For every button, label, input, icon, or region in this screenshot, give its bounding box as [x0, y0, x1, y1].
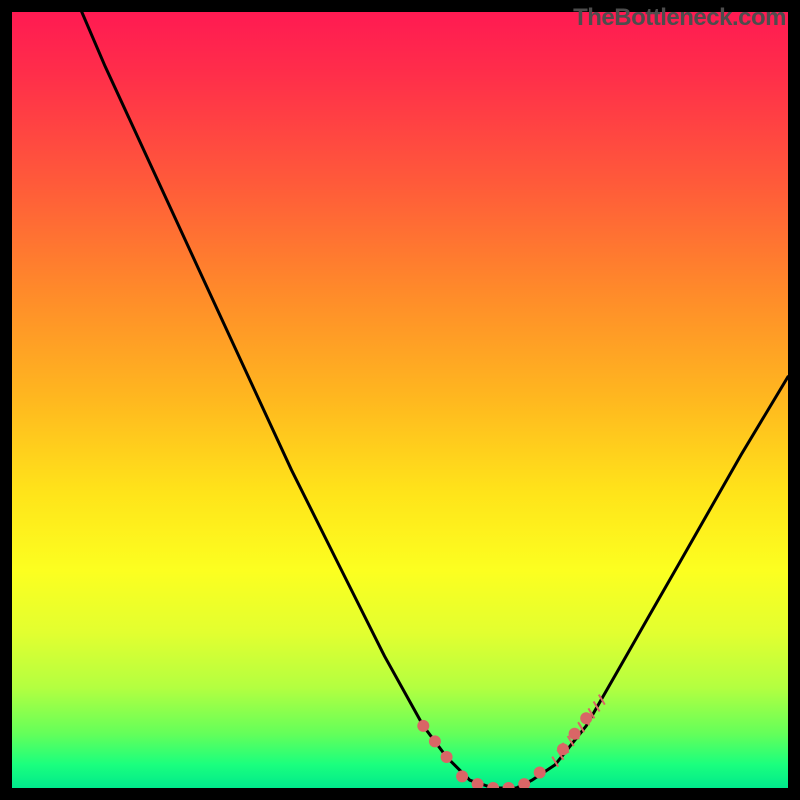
- highlight-dot: [518, 778, 530, 788]
- bottleneck-curve-line: [82, 12, 788, 788]
- highlight-dot: [557, 743, 569, 755]
- highlight-dot: [534, 767, 546, 779]
- highlight-dot: [487, 782, 499, 788]
- highlight-dot: [569, 728, 581, 740]
- highlight-dot: [456, 770, 468, 782]
- highlight-dot: [441, 751, 453, 763]
- bottleneck-plot: [12, 12, 788, 788]
- highlight-dot: [429, 735, 441, 747]
- highlight-dots: [417, 712, 592, 788]
- highlight-dot: [417, 720, 429, 732]
- highlight-dot: [580, 712, 592, 724]
- highlight-dot: [472, 778, 484, 788]
- highlight-dot: [503, 782, 515, 788]
